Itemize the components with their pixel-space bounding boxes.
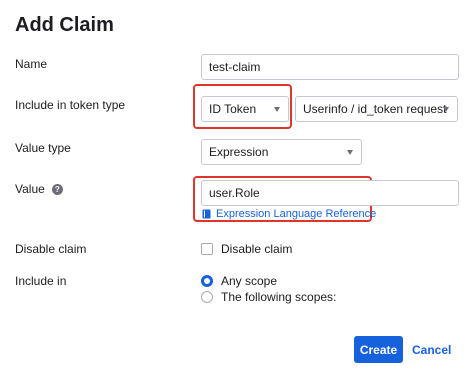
chevron-down-icon bbox=[347, 150, 353, 155]
disable-claim-checkbox-label: Disable claim bbox=[221, 242, 293, 256]
radio-any-scope-label: Any scope bbox=[221, 274, 278, 288]
expression-language-link[interactable]: Expression Language Reference bbox=[202, 208, 376, 220]
expression-language-link-text: Expression Language Reference bbox=[216, 208, 377, 220]
value-label-row: Value ? bbox=[15, 182, 63, 196]
name-input[interactable]: test-claim bbox=[201, 54, 459, 80]
dialog-title: Add Claim bbox=[15, 14, 114, 36]
token-type-value: ID Token bbox=[209, 102, 257, 116]
disable-claim-checkbox[interactable] bbox=[201, 243, 213, 255]
help-icon[interactable]: ? bbox=[51, 183, 63, 195]
radio-following-scopes[interactable]: The following scopes: bbox=[201, 290, 336, 304]
name-label: Name bbox=[15, 57, 48, 71]
create-button[interactable]: Create bbox=[354, 336, 403, 363]
token-type-label: Include in token type bbox=[15, 98, 126, 112]
value-type-value: Expression bbox=[209, 145, 269, 159]
chevron-down-icon bbox=[274, 107, 280, 112]
disable-claim-row[interactable]: Disable claim bbox=[201, 242, 292, 256]
radio-following-scopes-label: The following scopes: bbox=[221, 290, 337, 304]
radio-any-scope-control[interactable] bbox=[201, 275, 213, 287]
value-type-label: Value type bbox=[15, 141, 71, 155]
value-input-text: user.Role bbox=[209, 186, 260, 200]
include-in-label: Include in bbox=[15, 274, 67, 288]
value-label: Value bbox=[15, 182, 45, 196]
token-request-value: Userinfo / id_token request bbox=[303, 102, 447, 116]
book-icon bbox=[202, 209, 211, 219]
disable-claim-label: Disable claim bbox=[15, 242, 87, 256]
radio-following-scopes-control[interactable] bbox=[201, 291, 213, 303]
value-type-select[interactable]: Expression bbox=[201, 139, 362, 165]
token-type-select[interactable]: ID Token bbox=[201, 96, 289, 122]
cancel-button[interactable]: Cancel bbox=[412, 336, 451, 363]
name-input-value: test-claim bbox=[209, 60, 261, 74]
value-input[interactable]: user.Role bbox=[201, 180, 459, 206]
token-request-select[interactable]: Userinfo / id_token request bbox=[295, 96, 458, 122]
chevron-down-icon bbox=[443, 107, 449, 112]
radio-any-scope[interactable]: Any scope bbox=[201, 274, 277, 288]
